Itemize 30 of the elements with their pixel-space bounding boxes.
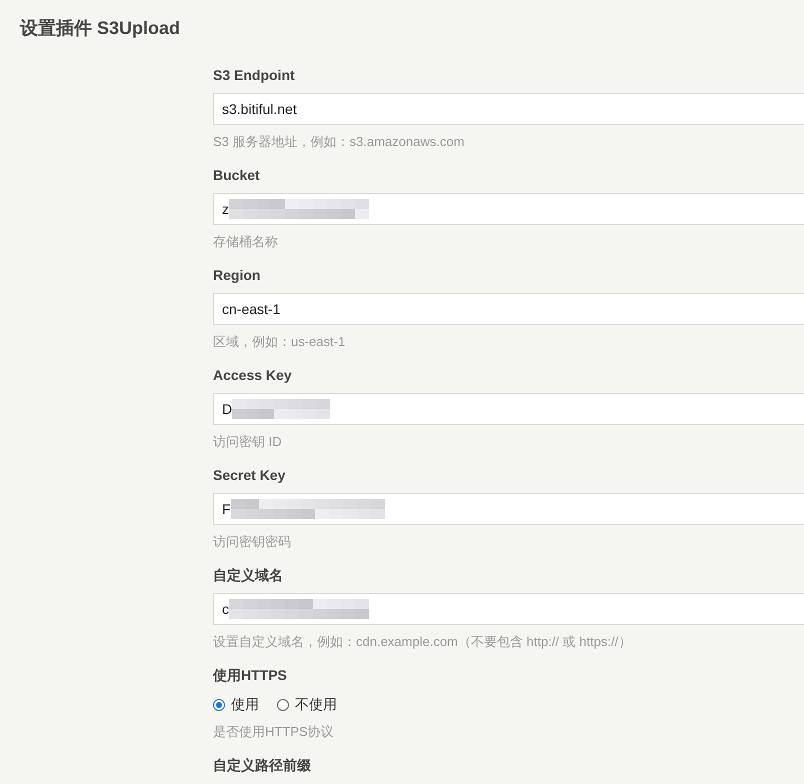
page-title: 设置插件 S3Upload <box>18 17 182 39</box>
field-value: cn-east-1 <box>222 301 280 317</box>
field-hint: S3 服务器地址，例如：s3.amazonaws.com <box>213 133 466 151</box>
field-value: D <box>222 401 232 417</box>
input-field[interactable]: z <box>213 193 804 225</box>
field-label: 自定义路径前缀 <box>213 756 312 775</box>
input-field[interactable]: cn-east-1 <box>213 293 804 325</box>
field-label: 使用HTTPS <box>213 666 288 685</box>
field-label: Access Key <box>213 366 293 385</box>
field-value: s3.bitiful.net <box>222 101 297 117</box>
field-label: Bucket <box>213 166 261 185</box>
field-label: Secret Key <box>213 466 286 485</box>
field-hint: 设置自定义域名，例如：cdn.example.com（不要包含 http:// 或 https://） <box>213 633 632 651</box>
radio-option[interactable]: 不使用 <box>277 696 337 714</box>
field-hint: 访问密钥 ID <box>213 433 283 451</box>
field-value: z <box>222 201 229 217</box>
field-hint: 是否使用HTTPS协议 <box>213 723 335 741</box>
field-value: c <box>222 601 229 617</box>
field-label: S3 Endpoint <box>213 66 296 85</box>
radio-option[interactable]: 使用 <box>213 696 259 714</box>
input-field[interactable]: F <box>213 493 804 525</box>
field-label: Region <box>213 266 262 285</box>
input-field[interactable]: c <box>213 593 804 625</box>
input-field[interactable]: D <box>213 393 804 425</box>
field-hint: 存储桶名称 <box>213 233 279 251</box>
field-value: F <box>222 501 231 517</box>
field-hint: 访问密钥密码 <box>213 533 292 551</box>
input-field[interactable]: s3.bitiful.net <box>213 93 804 125</box>
field-label: 自定义域名 <box>213 566 284 585</box>
field-hint: 区域，例如：us-east-1 <box>213 333 346 351</box>
